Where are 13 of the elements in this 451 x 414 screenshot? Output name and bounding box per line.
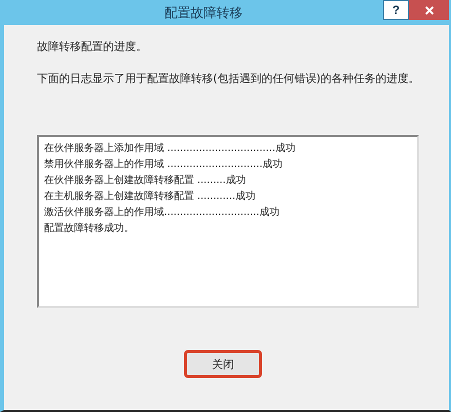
- description-text: 下面的日志显示了用于配置故障转移(包括遇到的任何错误)的各种任务的进度。: [37, 71, 419, 87]
- log-line: 在伙伴服务器上添加作用域 ..................................成功: [44, 142, 296, 156]
- close-icon: [424, 6, 434, 14]
- close-button[interactable]: 关闭: [184, 350, 262, 378]
- help-button[interactable]: ?: [383, 0, 409, 20]
- heading-text: 故障转移配置的进度。: [37, 39, 148, 55]
- log-line: 在伙伴服务器上创建故障转移配置 .........成功: [44, 174, 247, 188]
- close-window-button[interactable]: [409, 0, 449, 20]
- log-line: 配置故障转移成功。: [44, 222, 135, 236]
- log-line: 禁用伙伴服务器上的作用域 ..............................成功: [44, 158, 284, 172]
- log-line: 在主机服务器上创建故障转移配置 ............成功: [44, 190, 256, 204]
- window-title: 配置故障转移: [164, 4, 244, 22]
- log-line: 激活伙伴服务器上的作用域..............................成功: [44, 206, 280, 220]
